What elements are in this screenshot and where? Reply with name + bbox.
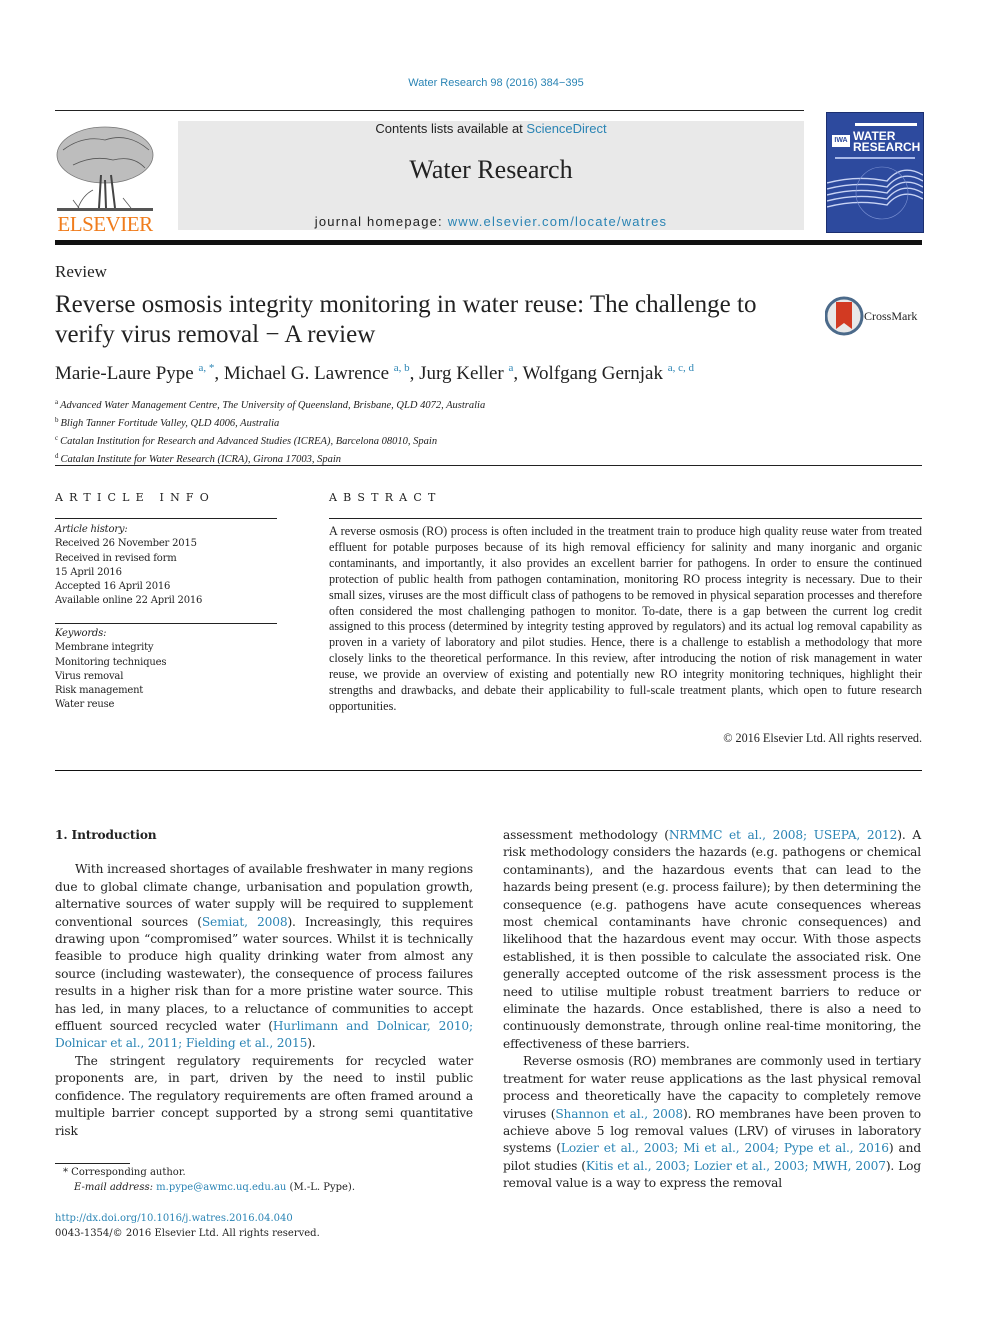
author-affiliation-marker[interactable]: a, *	[199, 362, 215, 374]
body-column-right: assessment methodology (NRMMC et al., 20…	[503, 827, 921, 1193]
keywords: Keywords: Membrane integrity Monitoring …	[55, 627, 166, 713]
article-info-rule	[55, 518, 277, 519]
author-name[interactable]: Jurg Keller	[419, 363, 504, 384]
affiliation: b Bligh Tanner Fortitude Valley, QLD 4006…	[55, 413, 485, 431]
affiliation-key: d	[55, 452, 59, 460]
footnotes: * Corresponding author. E-mail address: …	[55, 1165, 355, 1195]
history-item: Available online 22 April 2016	[55, 595, 203, 607]
citation-link[interactable]: NRMMC et al., 2008; USEPA, 2012	[669, 828, 898, 842]
affiliations: a Advanced Water Management Centre, The U…	[55, 395, 485, 467]
email-label: E-mail address:	[74, 1182, 157, 1193]
doi-block: http://dx.doi.org/10.1016/j.watres.2016.…	[55, 1211, 320, 1241]
journal-citation-link[interactable]: Water Research 98 (2016) 384−395	[0, 77, 992, 89]
keywords-rule	[55, 623, 277, 624]
history-item: Received 26 November 2015	[55, 538, 197, 550]
homepage-prefix: journal homepage:	[314, 214, 448, 229]
affiliation-text: Catalan Institute for Water Research (IC…	[60, 454, 342, 465]
contents-availability: Contents lists available at ScienceDirec…	[178, 121, 804, 136]
article-info-heading: ARTICLE INFO	[55, 491, 215, 504]
email-suffix: (M.-L. Pype).	[286, 1182, 356, 1193]
journal-title: Water Research	[409, 155, 573, 184]
cover-top-bar	[855, 123, 917, 126]
author-name[interactable]: Michael G. Lawrence	[224, 363, 389, 384]
citation-link[interactable]: Lozier et al., 2003; Mi et al., 2004; Py…	[561, 1141, 889, 1155]
body-paragraph: assessment methodology (NRMMC et al., 20…	[503, 827, 921, 1053]
paragraph-text: ). A risk methodology considers the haza…	[503, 828, 921, 1051]
abstract-copyright: © 2016 Elsevier Ltd. All rights reserved…	[723, 731, 922, 745]
cover-title-line2: RESEARCH	[853, 140, 921, 154]
history-item: Received in revised form	[55, 552, 177, 564]
section-divider	[55, 770, 922, 771]
sciencedirect-link[interactable]: ScienceDirect	[526, 121, 606, 136]
email-link[interactable]: m.pype@awmc.uq.edu.au	[156, 1182, 286, 1193]
author-affiliation-marker[interactable]: a	[509, 362, 514, 374]
header-thick-rule	[55, 240, 922, 245]
section-divider	[55, 465, 922, 466]
history-item: 15 April 2016	[55, 566, 122, 578]
citation-link[interactable]: Kitis et al., 2003; Lozier et al., 2003;…	[586, 1159, 886, 1173]
cover-subtitle-bar	[835, 157, 915, 159]
keyword: Virus removal	[55, 670, 124, 682]
article-history-label: Article history:	[55, 524, 128, 535]
author-name[interactable]: Wolfgang Gernjak	[523, 363, 663, 384]
header-top-rule	[55, 110, 804, 111]
keyword: Monitoring techniques	[55, 656, 167, 668]
body-column-left: 1. Introduction With increased shortages…	[55, 827, 473, 1140]
article-history: Article history: Received 26 November 20…	[55, 523, 202, 609]
keyword: Water reuse	[55, 699, 115, 711]
cover-wave-graphic	[827, 166, 923, 220]
iwa-badge: IWA	[832, 135, 850, 147]
issn-copyright: 0043-1354/© 2016 Elsevier Ltd. All right…	[55, 1228, 320, 1239]
affiliation-text: Catalan Institution for Research and Adv…	[60, 436, 438, 447]
citation-link[interactable]: Semiat, 2008	[202, 915, 288, 929]
doi-link[interactable]: http://dx.doi.org/10.1016/j.watres.2016.…	[55, 1211, 320, 1226]
cover-title: WATER RESEARCH	[853, 130, 921, 154]
paragraph-text: The stringent regulatory requirements fo…	[55, 1053, 473, 1138]
affiliation-key: b	[55, 416, 59, 424]
abstract-text: A reverse osmosis (RO) process is often …	[329, 524, 922, 713]
email-note: E-mail address: m.pype@awmc.uq.edu.au (M…	[55, 1180, 355, 1195]
article-type: Review	[55, 262, 107, 281]
history-item: Accepted 16 April 2016	[55, 581, 171, 593]
affiliation: a Advanced Water Management Centre, The U…	[55, 395, 485, 413]
paragraph-text: assessment methodology (	[503, 828, 669, 842]
body-paragraph: The stringent regulatory requirements fo…	[55, 1053, 473, 1140]
body-paragraph: With increased shortages of available fr…	[55, 861, 473, 1052]
author-list: Marie-Laure Pype a, *, Michael G. Lawren…	[55, 362, 694, 384]
abstract-rule	[329, 518, 922, 519]
affiliation-text: Bligh Tanner Fortitude Valley, QLD 4006,…	[60, 418, 280, 429]
affiliation: c Catalan Institution for Research and Ad…	[55, 431, 485, 449]
corresponding-author-note: * Corresponding author.	[63, 1167, 186, 1178]
abstract-heading: ABSTRACT	[329, 491, 442, 504]
article-title: Reverse osmosis integrity monitoring in …	[55, 291, 757, 348]
section-heading-introduction: 1. Introduction	[55, 828, 157, 842]
author-name[interactable]: Marie-Laure Pype	[55, 363, 194, 384]
journal-homepage: journal homepage: www.elsevier.com/locat…	[178, 214, 804, 229]
keyword: Membrane integrity	[55, 642, 154, 654]
author-affiliation-marker[interactable]: a, c, d	[668, 362, 694, 374]
elsevier-wordmark: ELSEVIER	[57, 212, 153, 236]
contents-prefix: Contents lists available at	[375, 121, 527, 136]
crossmark-label[interactable]: CrossMark	[864, 309, 917, 324]
paragraph-text: ). Increasingly, this requires drawing u…	[55, 914, 474, 1034]
keywords-label: Keywords:	[55, 628, 107, 639]
author-affiliation-marker[interactable]: a, b	[394, 362, 410, 374]
affiliation-key: a	[55, 398, 59, 406]
paragraph-text: ).	[307, 1036, 316, 1051]
citation-link[interactable]: Shannon et al., 2008	[555, 1107, 683, 1121]
keyword: Risk management	[55, 685, 144, 697]
affiliation-text: Advanced Water Management Centre, The Un…	[60, 400, 486, 411]
affiliation-key: c	[55, 434, 59, 442]
body-paragraph: Reverse osmosis (RO) membranes are commo…	[503, 1053, 921, 1192]
journal-cover-image[interactable]: IWA WATER RESEARCH	[826, 112, 924, 233]
journal-homepage-link[interactable]: www.elsevier.com/locate/watres	[448, 214, 668, 229]
footnote-rule	[55, 1163, 130, 1164]
